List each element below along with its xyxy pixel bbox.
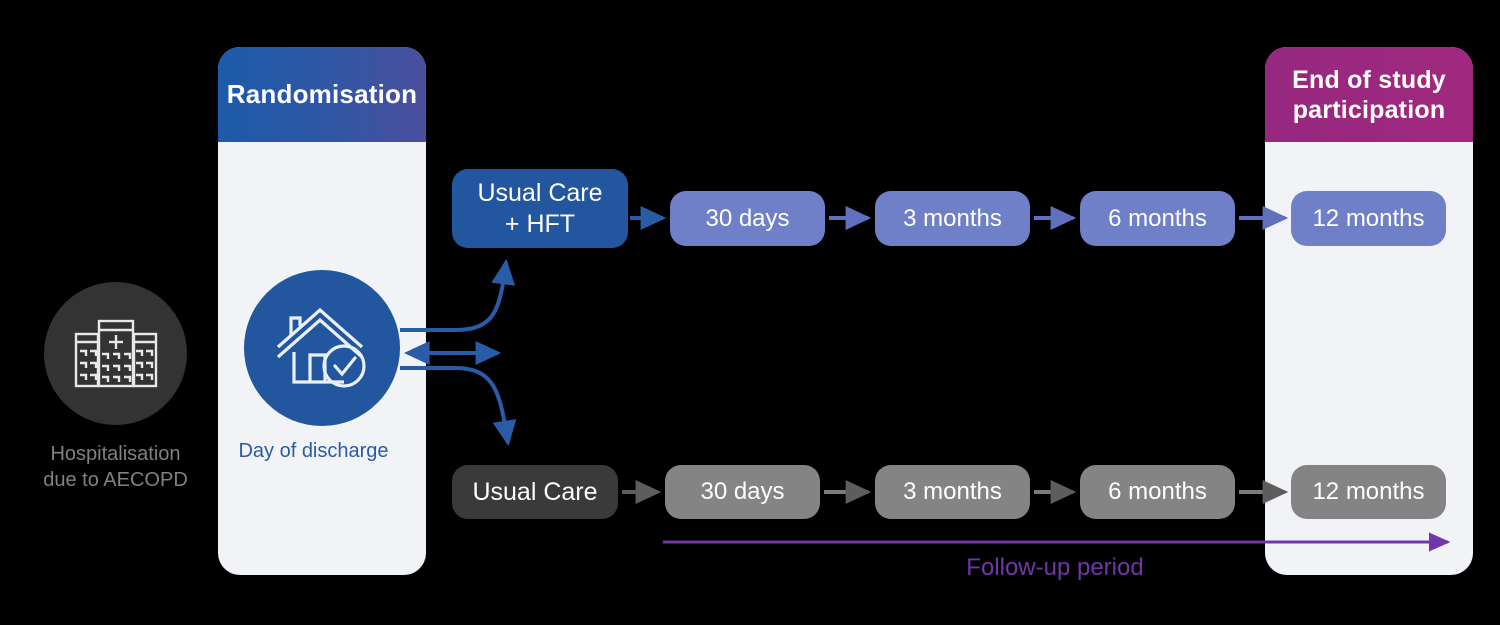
hospitalisation-node: Hospitalisation due to AECOPD [33,282,198,494]
hospitalisation-label-line2: due to AECOPD [43,469,188,492]
arm-intervention-label[interactable]: Usual Care + HFT [452,169,628,248]
visit-control-3-months[interactable]: 3 months [875,465,1030,519]
hospital-icon-circle [44,282,187,425]
follow-up-period-label: Follow-up period [966,554,1144,581]
day-of-discharge-label: Day of discharge [238,440,389,462]
arm-control-label[interactable]: Usual Care [452,465,618,519]
arm-intervention-line2: + HFT [504,209,576,238]
day-of-discharge-node: Day of discharge [238,270,401,463]
hospitalisation-label: Hospitalisation due to AECOPD [33,441,198,494]
visit-intervention-6-months[interactable]: 6 months [1080,191,1235,246]
discharge-icon-circle [244,270,400,426]
arm-intervention-line1: Usual Care [477,179,603,207]
end-of-study-header-line1: End of study [1292,65,1446,94]
visit-intervention-3-months[interactable]: 3 months [875,191,1030,246]
end-of-study-header-line2: participation [1292,95,1446,124]
hospital-building-icon [74,319,157,387]
visit-control-30-days[interactable]: 30 days [665,465,820,519]
randomisation-header: Randomisation [218,47,426,142]
diagram-canvas: Randomisation End of study participation [0,0,1500,625]
visit-intervention-12-months[interactable]: 12 months [1291,191,1446,246]
visit-intervention-30-days[interactable]: 30 days [670,191,825,246]
house-check-icon [276,307,366,388]
hospitalisation-label-line1: Hospitalisation [50,443,181,465]
visit-control-12-months[interactable]: 12 months [1291,465,1446,519]
end-of-study-header: End of study participation [1265,47,1473,142]
visit-control-6-months[interactable]: 6 months [1080,465,1235,519]
